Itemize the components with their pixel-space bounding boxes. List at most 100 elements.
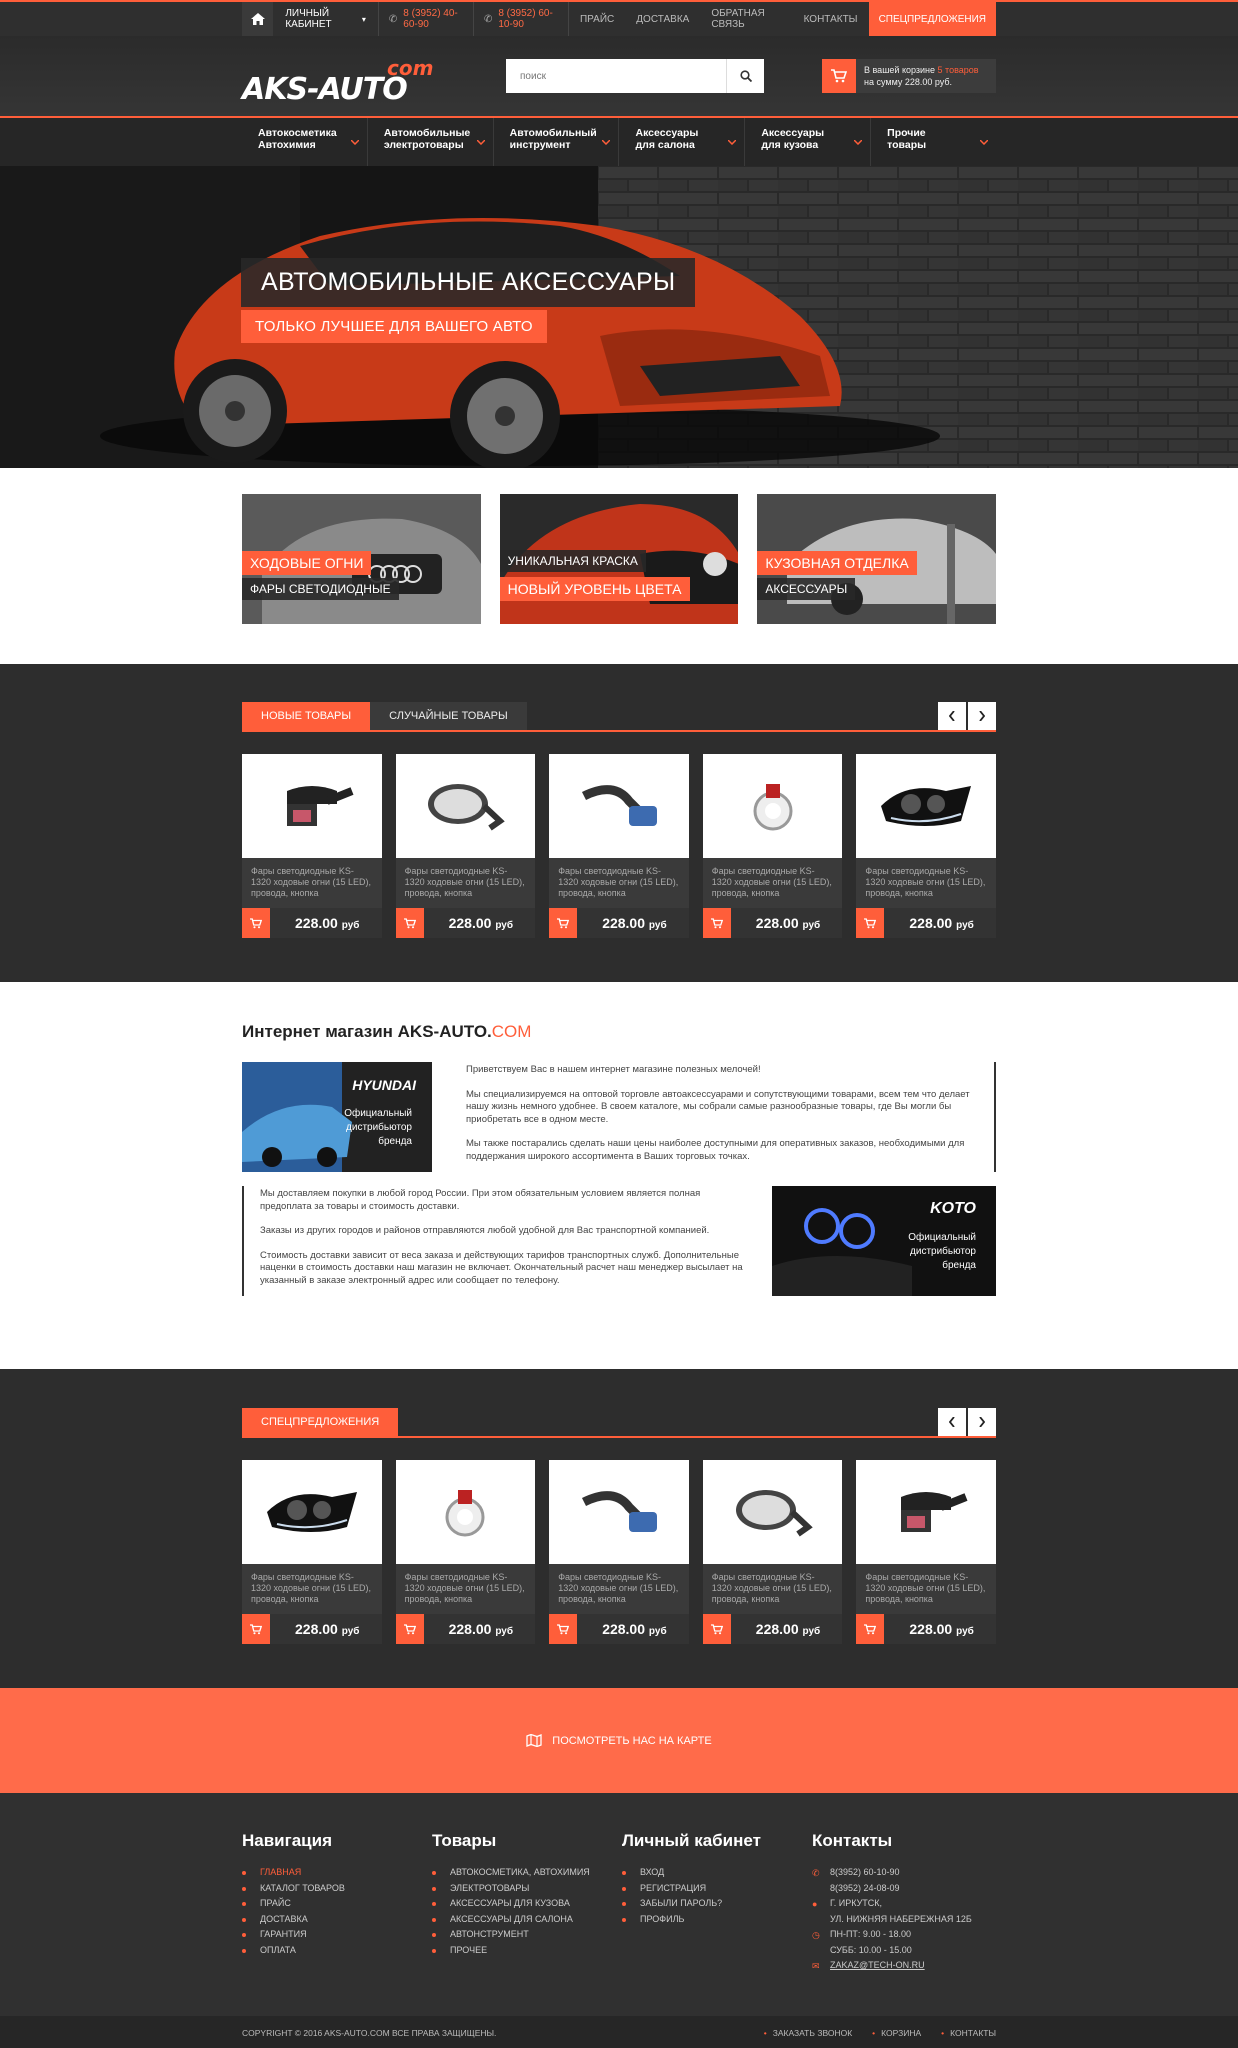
about-section: Интернет магазин AKS-AUTO.COM HYUNDAI Оф… xyxy=(0,982,1238,1369)
logo[interactable]: com AKS-AUTO xyxy=(242,46,442,107)
footer-link-electro[interactable]: Электротовары xyxy=(432,1881,622,1897)
footer-link-catalog[interactable]: Каталог товаров xyxy=(242,1881,432,1897)
promo-body[interactable]: КУЗОВНАЯ ОТДЕЛКА АКСЕССУАРЫ xyxy=(757,494,997,624)
nav-other[interactable]: Прочие товары xyxy=(871,118,996,166)
about-paragraph: Приветствуем Вас в нашем интернет магази… xyxy=(466,1064,761,1075)
product-desc: Фары светодиодные KS-1320 ходовые огни (… xyxy=(711,866,832,898)
footer-nav-title: Навигация xyxy=(242,1831,332,1850)
map-link-band[interactable]: Посмотреть нас на карте xyxy=(0,1688,1238,1793)
link-cart[interactable]: Корзина xyxy=(872,2028,921,2038)
footer-link-home[interactable]: Главная xyxy=(242,1865,432,1881)
footer-link-cosmetics[interactable]: Автокосметика, автохимия xyxy=(432,1865,622,1881)
add-to-cart-icon[interactable] xyxy=(242,1614,270,1644)
product-card[interactable]: Фары светодиодные KS-1320 ходовые огни (… xyxy=(395,754,536,938)
product-card[interactable]: Фары светодиодные KS-1320 ходовые огни (… xyxy=(395,1460,536,1644)
caption-line: Официальный xyxy=(344,1108,412,1119)
price-value: 228.00 xyxy=(755,915,799,931)
footer-link-payment[interactable]: Оплата xyxy=(242,1943,432,1959)
add-to-cart-icon[interactable] xyxy=(242,908,270,938)
add-to-cart-icon[interactable] xyxy=(549,1614,578,1644)
nav-electro[interactable]: Автомобильные электротовары xyxy=(368,118,494,166)
chevron-left-icon[interactable] xyxy=(938,702,966,730)
link-feedback[interactable]: Обратная связь xyxy=(700,2,792,36)
chevron-down-icon xyxy=(979,136,989,148)
chevron-right-icon[interactable] xyxy=(968,1408,996,1436)
contact-phone-2[interactable]: 8(3952) 24-08-09 xyxy=(812,1881,996,1897)
contact-phone-1[interactable]: ✆ 8(3952) 60-10-90 xyxy=(812,1865,996,1881)
special-offers-button[interactable]: Спецпредложения xyxy=(868,2,996,36)
footer-link-register[interactable]: Регистрация xyxy=(622,1881,812,1897)
phone-2[interactable]: ✆ 8 (3952) 60-10-90 xyxy=(474,2,569,36)
tab-new-products[interactable]: Новые товары xyxy=(242,702,371,730)
nav-tools[interactable]: Автомобильный инструмент xyxy=(494,118,620,166)
link-contacts[interactable]: Контакты xyxy=(793,2,869,36)
copyright-bar: Copyright © 2016 AKS-AUTO.COM Все права … xyxy=(0,2016,1238,2048)
promo-body-title: КУЗОВНАЯ ОТДЕЛКА xyxy=(757,551,917,575)
about-paragraph: Заказы из других городов и районов отпра… xyxy=(260,1225,710,1236)
add-to-cart-icon[interactable] xyxy=(395,908,424,938)
price-value: 228.00 xyxy=(755,1621,799,1637)
link-price[interactable]: Прайс xyxy=(569,2,625,36)
footer-cabinet-title: Личный кабинет xyxy=(622,1831,761,1850)
special-tabs: Спецпредложения xyxy=(242,1408,996,1438)
product-desc: Фары светодиодные KS-1320 ходовые огни (… xyxy=(711,1572,832,1604)
product-price: 228.00 руб xyxy=(295,915,359,931)
footer-link-interior[interactable]: Аксессуары для салона xyxy=(432,1912,622,1928)
hero-title: АВТОМОБИЛЬНЫЕ АКСЕССУАРЫ xyxy=(241,258,696,307)
product-card[interactable]: Фары светодиодные KS-1320 ходовые огни (… xyxy=(856,754,996,938)
nav-autocosmetics[interactable]: Автокосметика Автохимия xyxy=(242,118,368,166)
product-card[interactable]: Фары светодиодные KS-1320 ходовые огни (… xyxy=(242,1460,382,1644)
footer-link-other[interactable]: Прочее xyxy=(432,1943,622,1959)
chevron-left-icon[interactable] xyxy=(938,1408,966,1436)
tab-random-products[interactable]: Случайные товары xyxy=(370,702,527,730)
nav-interior[interactable]: Аксессуары для салона xyxy=(619,118,746,166)
promo-lights[interactable]: ХОДОВЫЕ ОГНИ ФАРЫ СВЕТОДИОДНЫЕ xyxy=(242,494,481,624)
add-to-cart-icon[interactable] xyxy=(702,1614,731,1644)
tab-special-offers[interactable]: Спецпредложения xyxy=(242,1408,399,1436)
add-to-cart-icon[interactable] xyxy=(856,1614,885,1644)
chevron-down-icon xyxy=(727,136,737,148)
footer-link-body[interactable]: Аксессуары для кузова xyxy=(432,1896,622,1912)
chevron-right-icon[interactable] xyxy=(968,702,996,730)
brand-banner-hyundai[interactable]: HYUNDAI Официальный дистрибьютор бренда xyxy=(242,1062,432,1172)
product-card[interactable]: Фары светодиодные KS-1320 ходовые огни (… xyxy=(242,754,382,938)
footer-link-delivery[interactable]: Доставка xyxy=(242,1912,432,1928)
cabinet-dropdown[interactable]: Личный кабинет ▾ xyxy=(273,2,379,36)
add-to-cart-icon[interactable] xyxy=(395,1614,424,1644)
promo-paint[interactable]: УНИКАЛЬНАЯ КРАСКА НОВЫЙ УРОВЕНЬ ЦВЕТА xyxy=(499,494,739,624)
nav-label: для кузова xyxy=(761,139,819,151)
product-card[interactable]: Фары светодиодные KS-1320 ходовые огни (… xyxy=(856,1460,996,1644)
search-input[interactable] xyxy=(506,59,726,93)
phone-1[interactable]: ✆ 8 (3952) 40-60-90 xyxy=(379,2,474,36)
cart-widget[interactable]: В вашей корзине 5 товаров на сумму 228.0… xyxy=(822,59,996,93)
footer-link-forgot[interactable]: Забыли пароль? xyxy=(622,1896,812,1912)
brand-banner-koto[interactable]: KOTO Официальный дистрибьютор бренда xyxy=(772,1186,996,1296)
cabinet-label: Личный кабинет xyxy=(285,8,332,30)
promo-body-subtitle: АКСЕССУАРЫ xyxy=(757,578,856,600)
footer-link-profile[interactable]: Профиль xyxy=(622,1912,812,1928)
footer-link-login[interactable]: Вход xyxy=(622,1865,812,1881)
search-button[interactable] xyxy=(726,59,764,93)
product-card[interactable]: Фары светодиодные KS-1320 ходовые огни (… xyxy=(549,1460,689,1644)
product-card[interactable]: Фары светодиодные KS-1320 ходовые огни (… xyxy=(549,754,689,938)
link-callback[interactable]: Заказать звонок xyxy=(764,2028,852,2038)
footer-link-tools[interactable]: Автонструмент xyxy=(432,1927,622,1943)
product-desc: Фары светодиодные KS-1320 ходовые огни (… xyxy=(404,866,525,898)
link-delivery[interactable]: Доставка xyxy=(625,2,700,36)
search-icon xyxy=(739,70,752,82)
contact-email-text: zakaz@tech-on.ru xyxy=(830,1960,925,1970)
product-card[interactable]: Фары светодиодные KS-1320 ходовые огни (… xyxy=(702,754,843,938)
contact-hours-sat: Субб: 10.00 - 15.00 xyxy=(830,1944,912,1955)
product-price: 228.00 руб xyxy=(602,1621,666,1637)
add-to-cart-icon[interactable] xyxy=(702,908,731,938)
home-icon[interactable] xyxy=(242,2,274,36)
add-to-cart-icon[interactable] xyxy=(549,908,578,938)
contact-email[interactable]: ✉ zakaz@tech-on.ru xyxy=(812,1958,996,1974)
nav-body[interactable]: Аксессуары для кузова xyxy=(745,118,872,166)
caption-line: дистрибьютор xyxy=(346,1122,412,1133)
link-contacts-footer[interactable]: Контакты xyxy=(941,2028,996,2038)
product-card[interactable]: Фары светодиодные KS-1320 ходовые огни (… xyxy=(702,1460,843,1644)
add-to-cart-icon[interactable] xyxy=(856,908,885,938)
footer-link-price[interactable]: Прайс xyxy=(242,1896,432,1912)
footer-link-warranty[interactable]: Гарантия xyxy=(242,1927,432,1943)
